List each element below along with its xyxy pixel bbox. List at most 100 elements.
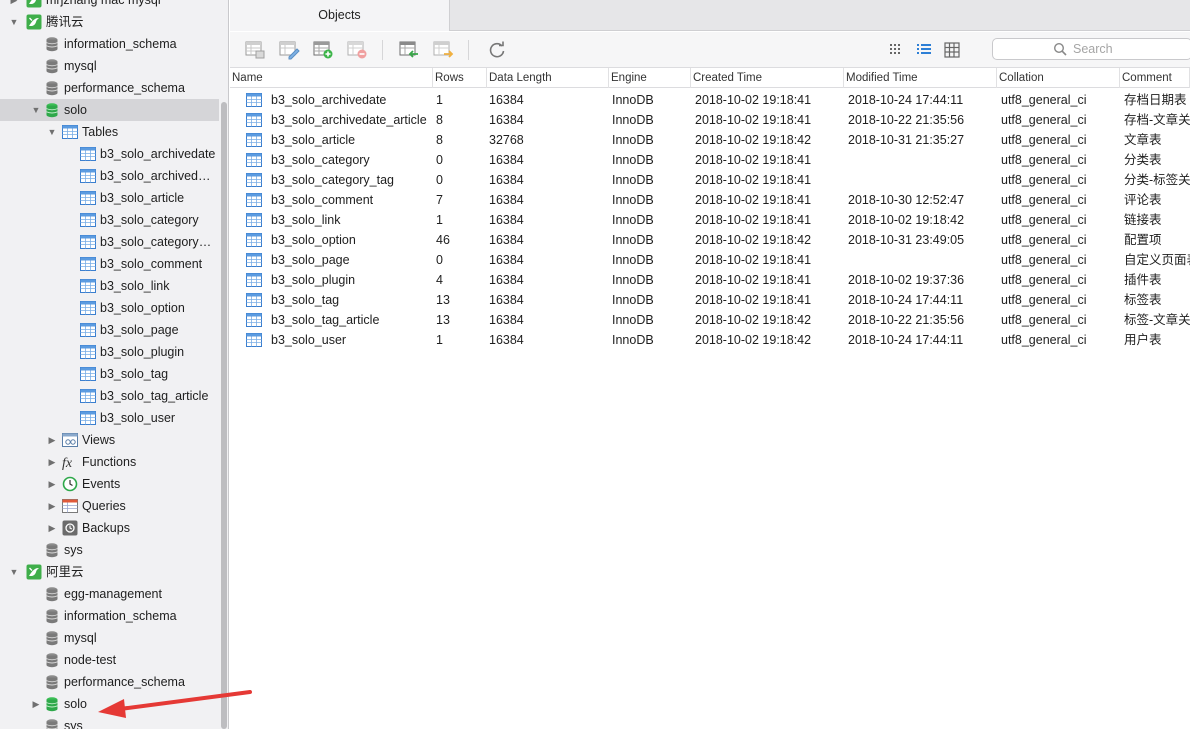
cell-engine: InnoDB bbox=[612, 293, 654, 307]
tree-item-label: Views bbox=[82, 433, 116, 447]
table-row[interactable]: b3_solo_category_tag 0 16384 InnoDB 2018-10-… bbox=[230, 170, 1190, 190]
cell-modified-time bbox=[848, 250, 996, 270]
search-field[interactable] bbox=[992, 38, 1190, 60]
tree-item-db-sys-1[interactable]: sys bbox=[0, 539, 219, 561]
tree-item-db-node-test[interactable]: node-test bbox=[0, 649, 219, 671]
table-row[interactable]: b3_solo_article 8 32768 InnoDB 2018-10-02 19… bbox=[230, 130, 1190, 150]
tree-item-db-performance-schema-1[interactable]: performance_schema bbox=[0, 77, 219, 99]
import-wizard-icon[interactable] bbox=[398, 40, 420, 60]
detail-view-icon[interactable] bbox=[943, 41, 961, 59]
table-icon bbox=[246, 272, 262, 288]
tree-item-conn-mysql-top[interactable]: ▶ mrjzhang mac mysql bbox=[0, 0, 219, 11]
tree-item-group-tables[interactable]: ▼ Tables bbox=[0, 121, 219, 143]
disclosure-collapsed-icon[interactable]: ▶ bbox=[46, 429, 58, 451]
tree-item-db-egg-management[interactable]: egg-management bbox=[0, 583, 219, 605]
table-row[interactable]: b3_solo_link 1 16384 InnoDB 2018-10-02 19:18… bbox=[230, 210, 1190, 230]
tab-objects[interactable]: Objects bbox=[230, 0, 450, 31]
table-row[interactable]: b3_solo_category 0 16384 InnoDB 2018-10-02 1… bbox=[230, 150, 1190, 170]
tree-item-db-sys-2[interactable]: sys bbox=[0, 715, 219, 729]
cell-name: b3_solo_archivedate bbox=[271, 93, 387, 107]
tree-item-group-views[interactable]: ▶ Views bbox=[0, 429, 219, 451]
table-row[interactable]: b3_solo_archivedate_article 8 16384 InnoDB 2… bbox=[230, 110, 1190, 130]
column-header-engine[interactable]: Engine bbox=[609, 68, 691, 88]
column-header-name[interactable]: Name bbox=[230, 68, 433, 88]
tree-item-tbl-category-tag[interactable]: b3_solo_category_tag bbox=[0, 231, 219, 253]
table-row[interactable]: b3_solo_plugin 4 16384 InnoDB 2018-10-02 19:… bbox=[230, 270, 1190, 290]
table-row[interactable]: b3_solo_archivedate 1 16384 InnoDB 2018-10-0… bbox=[230, 90, 1190, 110]
disclosure-expanded-icon[interactable]: ▼ bbox=[8, 11, 20, 33]
tree-item-tbl-comment[interactable]: b3_solo_comment bbox=[0, 253, 219, 275]
open-table-icon[interactable] bbox=[244, 40, 266, 60]
tree-item-tbl-category[interactable]: b3_solo_category bbox=[0, 209, 219, 231]
tree-item-db-solo-2[interactable]: ▶ solo bbox=[0, 693, 219, 715]
table-row[interactable]: b3_solo_page 0 16384 InnoDB 2018-10-02 19:18… bbox=[230, 250, 1190, 270]
table-row[interactable]: b3_solo_tag 13 16384 InnoDB 2018-10-02 19:18… bbox=[230, 290, 1190, 310]
table-row[interactable]: b3_solo_user 1 16384 InnoDB 2018-10-02 19:18… bbox=[230, 330, 1190, 350]
tree-item-tbl-option[interactable]: b3_solo_option bbox=[0, 297, 219, 319]
disclosure-expanded-icon[interactable]: ▼ bbox=[46, 121, 58, 143]
database-icon bbox=[44, 630, 60, 646]
column-header-created-time[interactable]: Created Time bbox=[691, 68, 844, 88]
disclosure-collapsed-icon[interactable]: ▶ bbox=[30, 693, 42, 715]
new-table-icon[interactable] bbox=[312, 40, 334, 60]
tree-item-group-queries[interactable]: ▶ Queries bbox=[0, 495, 219, 517]
tree-item-label: egg-management bbox=[64, 587, 162, 601]
sidebar-scrollbar[interactable] bbox=[219, 0, 228, 729]
tree-item-conn-tencent[interactable]: ▼ 腾讯云 bbox=[0, 11, 219, 33]
tree-item-group-events[interactable]: ▶ Events bbox=[0, 473, 219, 495]
disclosure-expanded-icon[interactable]: ▼ bbox=[8, 561, 20, 583]
tree-item-db-mysql-1[interactable]: mysql bbox=[0, 55, 219, 77]
tree-item-db-information-schema-1[interactable]: information_schema bbox=[0, 33, 219, 55]
disclosure-collapsed-icon[interactable]: ▶ bbox=[46, 495, 58, 517]
tree-item-tbl-article[interactable]: b3_solo_article bbox=[0, 187, 219, 209]
column-header-modified-time[interactable]: Modified Time bbox=[844, 68, 997, 88]
disclosure-collapsed-icon[interactable]: ▶ bbox=[46, 451, 58, 473]
table-icon bbox=[246, 252, 262, 268]
tree-item-tbl-tag[interactable]: b3_solo_tag bbox=[0, 363, 219, 385]
cell-data-length: 16384 bbox=[489, 233, 524, 247]
tree-item-db-solo-1[interactable]: ▼ solo bbox=[0, 99, 219, 121]
list-view-icon[interactable] bbox=[915, 41, 933, 59]
table-row[interactable]: b3_solo_comment 7 16384 InnoDB 2018-10-02 19… bbox=[230, 190, 1190, 210]
search-input[interactable] bbox=[1071, 40, 1181, 58]
column-header-data-length[interactable]: Data Length bbox=[487, 68, 609, 88]
tree-item-tbl-plugin[interactable]: b3_solo_plugin bbox=[0, 341, 219, 363]
grid-view-icon[interactable] bbox=[887, 41, 905, 59]
table-row[interactable]: b3_solo_tag_article 13 16384 InnoDB 2018-10-… bbox=[230, 310, 1190, 330]
disclosure-collapsed-icon[interactable]: ▶ bbox=[46, 517, 58, 539]
table-icon bbox=[80, 322, 96, 338]
disclosure-expanded-icon[interactable]: ▼ bbox=[30, 99, 42, 121]
tree-item-db-performance-schema-2[interactable]: performance_schema bbox=[0, 671, 219, 693]
tree-item-conn-aliyun[interactable]: ▼ 阿里云 bbox=[0, 561, 219, 583]
tables-group-icon bbox=[62, 124, 78, 140]
tree-item-group-functions[interactable]: ▶ fx Functions bbox=[0, 451, 219, 473]
column-header-rows[interactable]: Rows bbox=[433, 68, 487, 88]
export-wizard-icon[interactable] bbox=[432, 40, 454, 60]
tree-item-tbl-link[interactable]: b3_solo_link bbox=[0, 275, 219, 297]
refresh-icon[interactable] bbox=[486, 40, 508, 60]
disclosure-collapsed-icon[interactable]: ▶ bbox=[8, 0, 20, 11]
tree-item-db-information-schema-2[interactable]: information_schema bbox=[0, 605, 219, 627]
tree-item-tbl-archivedate-article[interactable]: b3_solo_archivedate_article bbox=[0, 165, 219, 187]
column-header-comment[interactable]: Comment bbox=[1120, 68, 1190, 88]
tree-item-label: performance_schema bbox=[64, 81, 185, 95]
tree-item-label: 阿里云 bbox=[46, 565, 84, 579]
table-icon bbox=[80, 168, 96, 184]
tree-item-label: b3_solo_page bbox=[100, 323, 179, 337]
sidebar-scroll-thumb[interactable] bbox=[221, 102, 227, 729]
delete-table-icon[interactable] bbox=[346, 40, 368, 60]
disclosure-collapsed-icon[interactable]: ▶ bbox=[46, 473, 58, 495]
cell-comment: 标签表 bbox=[1124, 293, 1162, 307]
column-header-collation[interactable]: Collation bbox=[997, 68, 1120, 88]
design-table-icon[interactable] bbox=[278, 40, 300, 60]
navigator-sidebar: ▶ mrjzhang mac mysql ▼ 腾讯云 information_schem… bbox=[0, 0, 229, 729]
cell-name: b3_solo_tag_article bbox=[271, 313, 380, 327]
tree-item-group-backups[interactable]: ▶ Backups bbox=[0, 517, 219, 539]
tree-item-tbl-page[interactable]: b3_solo_page bbox=[0, 319, 219, 341]
tree-item-tbl-user[interactable]: b3_solo_user bbox=[0, 407, 219, 429]
table-row[interactable]: b3_solo_option 46 16384 InnoDB 2018-10-02 19… bbox=[230, 230, 1190, 250]
tree-item-tbl-archivedate[interactable]: b3_solo_archivedate bbox=[0, 143, 219, 165]
database-active-icon bbox=[44, 102, 60, 118]
tree-item-db-mysql-2[interactable]: mysql bbox=[0, 627, 219, 649]
tree-item-tbl-tag-article[interactable]: b3_solo_tag_article bbox=[0, 385, 219, 407]
